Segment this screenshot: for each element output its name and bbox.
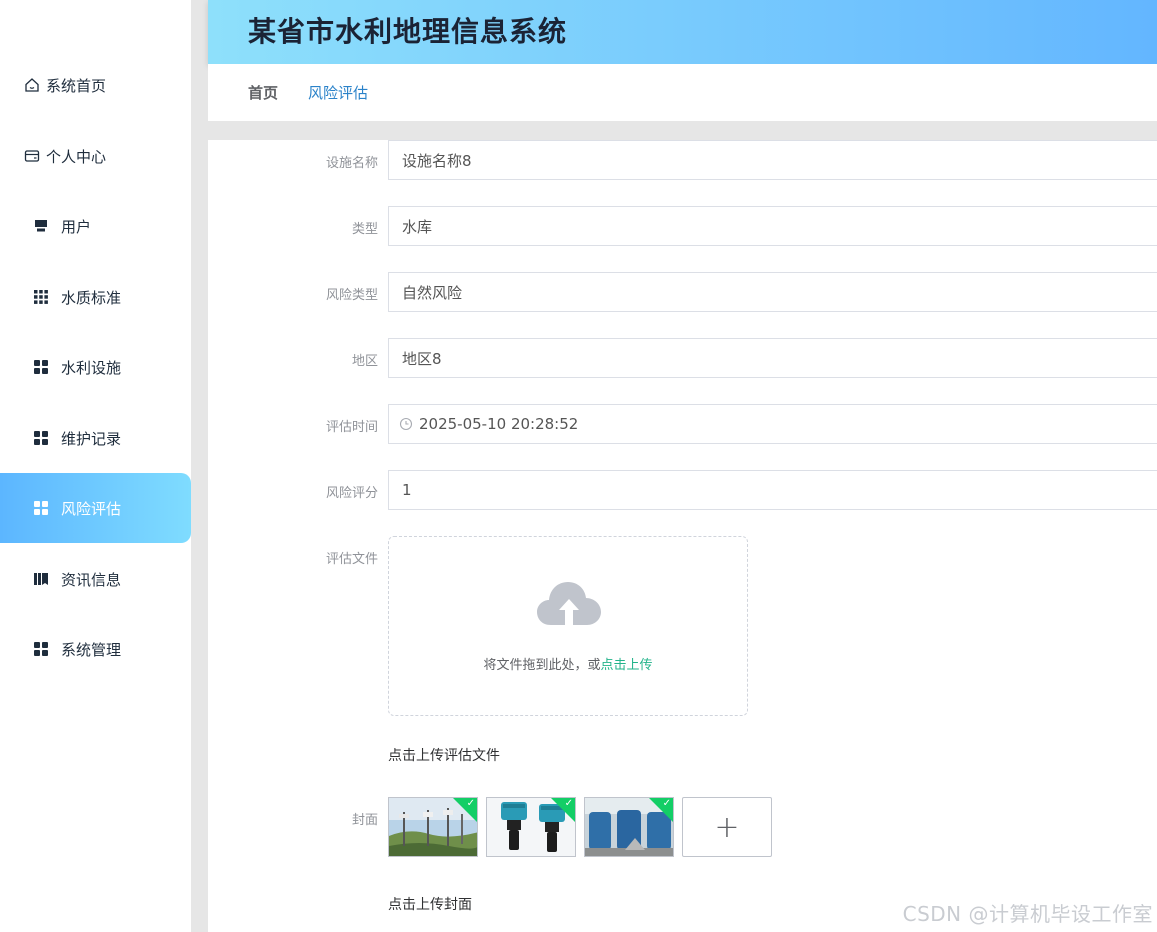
check-icon: ✓ (564, 798, 573, 809)
file-upload-dropzone[interactable]: 将文件拖到此处，或点击上传 (388, 536, 748, 716)
risk-type-field[interactable]: 自然风险 (388, 272, 1157, 312)
cover-thumbnail[interactable]: ✓ (388, 797, 478, 857)
region-field[interactable]: 地区8 (388, 338, 1157, 378)
risk-type-value: 自然风险 (402, 283, 463, 302)
sidebar-item-profile[interactable]: 个人中心 (0, 121, 191, 191)
cover-thumbnail[interactable]: ✓ (584, 797, 674, 857)
sidebar-item-label: 用户 (61, 217, 92, 236)
sidebar-item-label: 水利设施 (61, 358, 122, 377)
sidebar-item-label: 个人中心 (46, 147, 107, 166)
sidebar: 系统首页 个人中心 用户 水质标准 水利设施 维护记录 风险评估 资讯信息 系统… (0, 0, 191, 932)
eval-time-field[interactable]: 2025-05-10 20:28:52 (388, 404, 1157, 444)
eval-file-label: 评估文件 (325, 552, 378, 567)
sidebar-item-risk-assessment[interactable]: 风险评估 (0, 473, 191, 543)
sidebar-divider (191, 0, 208, 932)
user-icon (33, 218, 49, 234)
upload-link[interactable]: 点击上传 (601, 658, 653, 673)
wallet-icon (24, 148, 40, 164)
type-label: 类型 (351, 222, 378, 237)
breadcrumb: 首页 风险评估 (208, 64, 1157, 121)
facility-name-field[interactable]: 设施名称8 (388, 140, 1157, 180)
apps-icon (33, 641, 49, 657)
sidebar-item-user[interactable]: 用户 (0, 191, 191, 261)
facility-name-value: 设施名称8 (402, 151, 472, 170)
risk-assessment-form: 设施名称 设施名称8 类型 水库 风险类型 自然风险 地区 地区8 评估时间 2… (208, 140, 1157, 932)
breadcrumb-current: 风险评估 (308, 84, 369, 102)
upload-hint: 将文件拖到此处，或点击上传 (389, 654, 747, 673)
grid-icon (33, 289, 49, 305)
sidebar-item-label: 系统首页 (46, 76, 107, 95)
sidebar-item-home[interactable]: 系统首页 (0, 50, 191, 120)
sidebar-item-facilities[interactable]: 水利设施 (0, 332, 191, 402)
cover-tip: 点击上传封面 (388, 897, 472, 913)
risk-score-label: 风险评分 (325, 486, 378, 501)
type-field[interactable]: 水库 (388, 206, 1157, 246)
eval-file-tip: 点击上传评估文件 (388, 748, 500, 764)
content-separator (208, 121, 1157, 140)
risk-type-label: 风险类型 (325, 288, 378, 303)
upload-hint-text: 将文件拖到此处，或 (483, 658, 601, 673)
sidebar-item-maintenance[interactable]: 维护记录 (0, 403, 191, 473)
home-icon (24, 77, 40, 93)
facility-name-label: 设施名称 (325, 156, 378, 171)
clock-icon (399, 417, 413, 431)
type-value: 水库 (402, 217, 433, 236)
app-header: 某省市水利地理信息系统 (208, 0, 1157, 64)
sidebar-item-label: 风险评估 (61, 499, 122, 518)
sidebar-item-label: 水质标准 (61, 288, 122, 307)
apps-icon (33, 500, 49, 516)
breadcrumb-home[interactable]: 首页 (248, 82, 278, 103)
book-icon (33, 571, 49, 587)
sidebar-item-label: 资讯信息 (61, 570, 122, 589)
sidebar-item-water-quality[interactable]: 水质标准 (0, 262, 191, 332)
apps-icon (33, 430, 49, 446)
check-icon: ✓ (662, 798, 671, 809)
check-icon: ✓ (466, 798, 475, 809)
app-title: 某省市水利地理信息系统 (248, 15, 568, 48)
cover-thumbnail[interactable]: ✓ (486, 797, 576, 857)
sidebar-item-label: 维护记录 (61, 429, 122, 448)
sidebar-item-label: 系统管理 (61, 640, 122, 659)
eval-time-label: 评估时间 (325, 420, 378, 435)
upload-cloud-icon (537, 579, 601, 633)
eval-time-value: 2025-05-10 20:28:52 (419, 415, 579, 433)
apps-icon (33, 359, 49, 375)
risk-score-field[interactable]: 1 (388, 470, 1157, 510)
region-label: 地区 (351, 354, 378, 369)
cover-label: 封面 (351, 813, 378, 828)
risk-score-value: 1 (402, 481, 412, 499)
add-cover-button[interactable]: + (682, 797, 772, 857)
region-value: 地区8 (402, 349, 442, 368)
watermark: CSDN @计算机毕设工作室 (902, 902, 1153, 926)
sidebar-item-system[interactable]: 系统管理 (0, 614, 191, 684)
sidebar-item-news[interactable]: 资讯信息 (0, 544, 191, 614)
plus-icon: + (714, 809, 740, 845)
